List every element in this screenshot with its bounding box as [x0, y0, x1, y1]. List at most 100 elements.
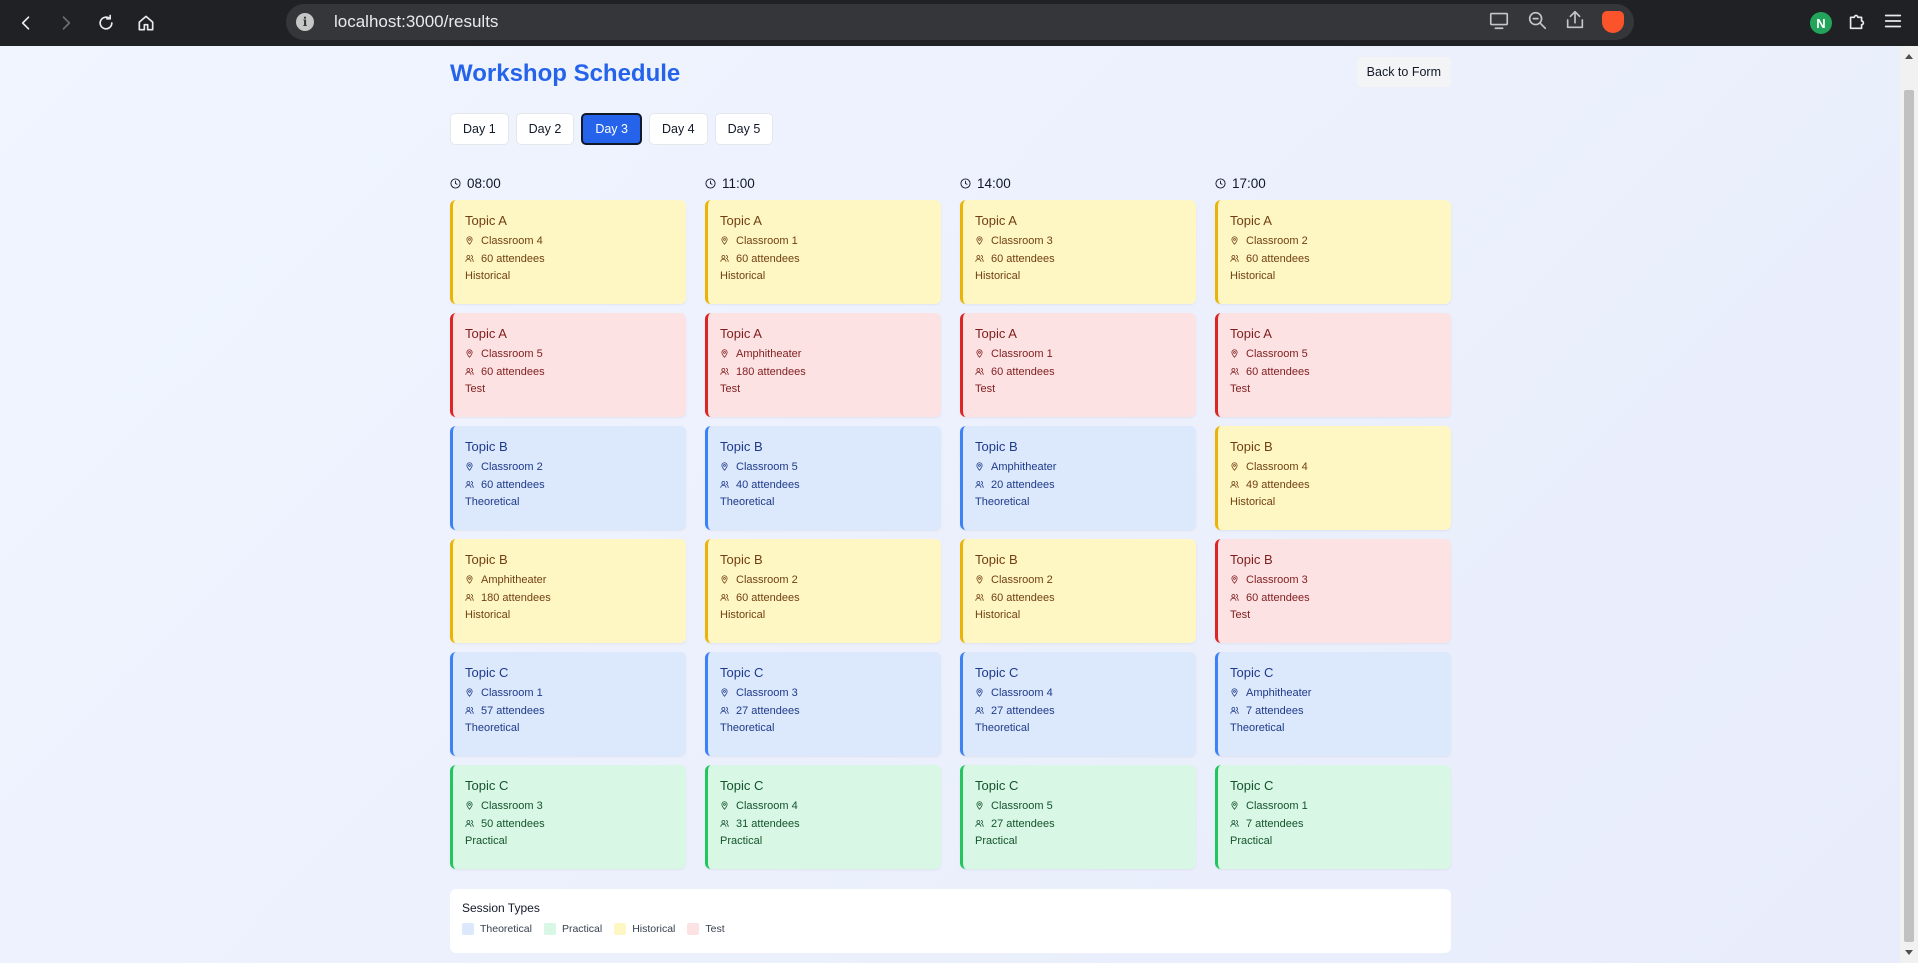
scroll-up-arrow[interactable]	[1905, 54, 1913, 59]
session-attendees: 27 attendees	[991, 817, 1055, 830]
session-attendees: 50 attendees	[481, 817, 545, 830]
session-attendees-row: 57 attendees	[465, 704, 686, 717]
scroll-thumb[interactable]	[1904, 90, 1914, 942]
location-pin-icon	[465, 688, 474, 697]
session-card[interactable]: Topic B Classroom 2 60 attendees Historical	[960, 539, 1196, 643]
scroll-down-arrow[interactable]	[1905, 950, 1913, 955]
session-card[interactable]: Topic B Classroom 2 60 attendees Historical	[705, 539, 941, 643]
legend-label: Test	[705, 923, 725, 935]
session-card[interactable]: Topic B Classroom 5 40 attendees Theoretica…	[705, 426, 941, 530]
back-arrow-icon[interactable]	[8, 5, 44, 41]
session-attendees: 60 attendees	[736, 252, 800, 265]
session-card[interactable]: Topic C Classroom 4 31 attendees Practical	[705, 765, 941, 869]
session-card[interactable]: Topic A Classroom 3 60 attendees Historical	[960, 200, 1196, 304]
page-scrollbar[interactable]	[1900, 46, 1918, 963]
session-card[interactable]: Topic C Classroom 4 27 attendees Theoretica…	[960, 652, 1196, 756]
session-attendees-row: 60 attendees	[975, 591, 1196, 604]
tab-day-3[interactable]: Day 3	[581, 113, 642, 145]
site-info-icon[interactable]: i	[296, 13, 314, 31]
session-room-row: Classroom 3	[1230, 573, 1451, 586]
extensions-puzzle-icon[interactable]	[1846, 10, 1868, 37]
session-card[interactable]: Topic A Classroom 2 60 attendees Historical	[1215, 200, 1451, 304]
home-icon[interactable]	[128, 5, 164, 41]
tab-day-1[interactable]: Day 1	[450, 113, 509, 145]
brave-shield-icon[interactable]	[1602, 11, 1624, 33]
page-viewport: Workshop Schedule Back to Form Day 1 Day …	[0, 46, 1900, 963]
session-card[interactable]: Topic A Classroom 1 60 attendees Historical	[705, 200, 941, 304]
schedule-grid: 08:00 Topic A Classroom 4 60 attendees Histo…	[450, 166, 1451, 878]
session-card[interactable]: Topic C Amphitheater 7 attendees Theoretica…	[1215, 652, 1451, 756]
session-attendees: 60 attendees	[481, 478, 545, 491]
session-card[interactable]: Topic C Classroom 1 7 attendees Practical	[1215, 765, 1451, 869]
session-type: Test	[720, 383, 741, 395]
session-attendees: 27 attendees	[736, 704, 800, 717]
session-room: Classroom 5	[481, 347, 543, 360]
session-room: Classroom 4	[1246, 460, 1308, 473]
users-icon	[720, 254, 729, 263]
forward-arrow-icon[interactable]	[48, 5, 84, 41]
location-pin-icon	[1230, 688, 1239, 697]
menu-icon[interactable]	[1882, 10, 1904, 37]
session-topic: Topic B	[465, 439, 508, 454]
session-card[interactable]: Topic B Amphitheater 20 attendees Theoretic…	[960, 426, 1196, 530]
session-topic: Topic B	[465, 552, 508, 567]
reload-icon[interactable]	[88, 5, 124, 41]
session-room-row: Amphitheater	[975, 460, 1196, 473]
cast-icon[interactable]	[1488, 9, 1510, 36]
address-bar[interactable]: i localhost:3000/results	[286, 4, 1634, 40]
session-type: Historical	[720, 270, 766, 282]
session-attendees: 60 attendees	[736, 591, 800, 604]
zoom-icon[interactable]	[1526, 9, 1548, 36]
location-pin-icon	[1230, 349, 1239, 358]
session-type: Historical	[1230, 496, 1276, 508]
tab-day-4[interactable]: Day 4	[648, 113, 708, 145]
session-room-row: Classroom 3	[465, 799, 686, 812]
session-attendees: 60 attendees	[991, 252, 1055, 265]
session-topic: Topic A	[975, 326, 1017, 341]
session-room-row: Amphitheater	[1230, 686, 1451, 699]
session-attendees-row: 7 attendees	[1230, 704, 1451, 717]
tab-day-5[interactable]: Day 5	[714, 113, 774, 145]
session-card[interactable]: Topic A Classroom 4 60 attendees Historical	[450, 200, 686, 304]
location-pin-icon	[1230, 462, 1239, 471]
clock-icon	[705, 177, 716, 189]
time-label: 17:00	[1232, 175, 1266, 191]
share-icon[interactable]	[1564, 9, 1586, 36]
session-card[interactable]: Topic A Classroom 5 60 attendees Test	[1215, 313, 1451, 417]
users-icon	[975, 480, 984, 489]
session-type: Historical	[720, 609, 766, 621]
session-card[interactable]: Topic A Amphitheater 180 attendees Test	[705, 313, 941, 417]
session-room: Classroom 5	[1246, 347, 1308, 360]
legend-item: Historical	[614, 923, 675, 935]
session-card[interactable]: Topic B Classroom 2 60 attendees Theoretica…	[450, 426, 686, 530]
session-topic: Topic C	[465, 665, 509, 680]
session-card[interactable]: Topic B Amphitheater 180 attendees Historic…	[450, 539, 686, 643]
session-type: Historical	[975, 609, 1021, 621]
session-card[interactable]: Topic C Classroom 1 57 attendees Theoretica…	[450, 652, 686, 756]
users-icon	[975, 367, 984, 376]
session-card[interactable]: Topic A Classroom 1 60 attendees Test	[960, 313, 1196, 417]
time-label: 11:00	[722, 175, 755, 191]
session-card[interactable]: Topic C Classroom 3 50 attendees Practical	[450, 765, 686, 869]
url-text[interactable]: localhost:3000/results	[334, 12, 498, 32]
users-icon	[465, 593, 474, 602]
legend-label: Historical	[632, 923, 676, 935]
session-card[interactable]: Topic C Classroom 3 27 attendees Theoretica…	[705, 652, 941, 756]
tab-day-2[interactable]: Day 2	[515, 113, 575, 145]
extension-n-icon[interactable]: N	[1810, 12, 1832, 34]
session-room-row: Classroom 2	[465, 460, 686, 473]
session-card[interactable]: Topic B Classroom 4 49 attendees Historical	[1215, 426, 1451, 530]
session-room-row: Classroom 2	[720, 573, 941, 586]
users-icon	[975, 706, 984, 715]
session-card[interactable]: Topic C Classroom 5 27 attendees Practical	[960, 765, 1196, 869]
session-attendees-row: 180 attendees	[720, 365, 941, 378]
back-to-form-button[interactable]: Back to Form	[1356, 57, 1451, 87]
session-card[interactable]: Topic B Classroom 3 60 attendees Test	[1215, 539, 1451, 643]
session-attendees: 60 attendees	[991, 365, 1055, 378]
clock-icon	[1215, 177, 1226, 189]
users-icon	[1230, 819, 1239, 828]
session-attendees: 60 attendees	[1246, 252, 1310, 265]
session-card[interactable]: Topic A Classroom 5 60 attendees Test	[450, 313, 686, 417]
time-slot-header: 14:00	[960, 166, 1196, 200]
session-attendees: 31 attendees	[736, 817, 800, 830]
